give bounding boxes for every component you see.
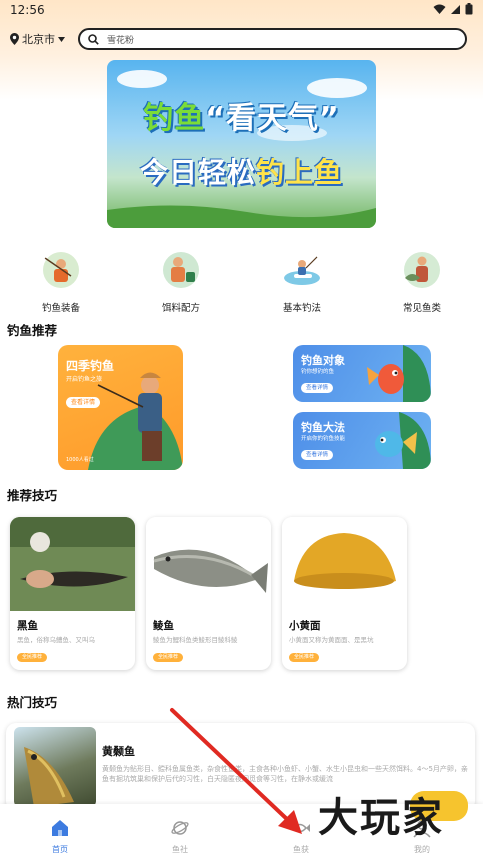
four-seasons-title: 四季钓鱼 [66,359,115,373]
yellow-catfish-image [14,727,96,807]
tip-name: 鲮鱼 [153,620,174,632]
location-selector[interactable]: 北京市 [10,31,65,47]
tab-home[interactable]: 首页 [30,818,90,855]
fish-icon [293,823,310,833]
fishing-method-title: 钓鱼大法 [301,421,345,434]
category-label: 饵料配方 [161,303,200,314]
tab-label: 首页 [52,845,68,854]
search-input[interactable]: 雪花粉 [78,28,467,50]
four-seasons-view-count: 1000人看过 [66,457,94,463]
user-icon [413,820,431,838]
bait-recipe-icon [163,252,199,288]
category-fishing-gear[interactable]: 钓鱼装备 [21,250,101,314]
tab-label: 我的 [414,845,430,854]
snakehead-fish-image [10,517,135,611]
tip-card-snakehead[interactable]: 黑鱼 黑鱼，俗称乌鳢鱼、又叫乌 全民推荐 [10,517,135,670]
banner-cloud [117,70,167,88]
caret-down-icon [58,36,65,42]
banner-grass [107,205,376,228]
banner-headline-rest: “看天气” [205,101,340,136]
section-title-tips: 推荐技巧 [7,488,58,503]
fishing-method-view-button[interactable]: 查看详情 [301,450,333,460]
banner-subheadline-main: 今日轻松 [139,156,256,189]
banner-headline: 钓鱼“看天气” [107,93,376,137]
four-seasons-view-button[interactable]: 查看详情 [66,397,100,408]
section-title-hot: 热门技巧 [7,695,58,710]
tip-badge: 全民推荐 [289,653,320,662]
tip-description: 鲮鱼为鲤科鱼类鲮形目鲮科鲮 [153,636,238,644]
search-icon [88,33,99,45]
search-placeholder: 雪花粉 [107,35,135,46]
four-seasons-subtitle: 开启钓鱼之旅 [66,376,103,383]
red-fish-illustration [367,345,431,402]
status-icons [433,3,473,15]
fishing-target-subtitle: 钓你想钓的鱼 [301,369,335,375]
banner-subheadline: 今日轻松钓上鱼 [107,151,376,191]
tip-description: 小黄面又称为黄面面、是黑坑 [289,636,374,644]
tip-name: 黑鱼 [17,620,38,632]
category-label: 基本钓法 [282,303,321,314]
category-label: 钓鱼装备 [41,303,80,314]
yellow-flour-image [282,517,407,611]
tip-badge: 全民推荐 [17,653,48,662]
home-icon [52,820,68,836]
tab-mine[interactable]: 我的 [392,818,452,855]
fishing-method-card[interactable]: 钓鱼大法 开启你的钓鱼技能 查看详情 [293,412,431,469]
fishing-target-title: 钓鱼对象 [301,354,345,367]
hot-tip-description: 黄颡鱼为鲇形目、鲿科鱼属鱼类，杂食性鱼类，主食各种小鱼虾、小蟹、水生小昆虫和一些… [102,765,468,783]
battery-icon [465,3,473,15]
location-pin-icon [10,33,19,45]
status-bar: 12:56 [0,0,483,22]
tip-card-mud-carp[interactable]: 鲮鱼 鲮鱼为鲤科鱼类鲮形目鲮科鲮 全民推荐 [146,517,271,670]
tip-description: 黑鱼，俗称乌鳢鱼、又叫乌 [17,636,95,644]
hot-tip-name: 黄颡鱼 [102,745,135,758]
banner[interactable]: 钓鱼“看天气” 今日轻松钓上鱼 [107,60,376,228]
tip-card-yellow-flour[interactable]: 小黄面 小黄面又称为黄面面、是黑坑 全民推荐 [282,517,407,670]
planet-icon [171,821,189,835]
status-time: 12:56 [10,3,45,17]
banner-headline-accent: 钓鱼 [143,101,206,136]
tab-fish-catch[interactable]: 鱼获 [271,818,331,855]
category-label: 常见鱼类 [402,303,441,314]
fishing-method-subtitle: 开启你的钓鱼技能 [301,436,346,442]
mud-carp-fish-image [146,517,271,611]
signal-icon [451,4,460,14]
tab-label: 鱼社 [172,845,188,854]
fishing-target-view-button[interactable]: 查看详情 [301,383,333,393]
four-seasons-card[interactable]: 四季钓鱼 开启钓鱼之旅 查看详情 1000人看过 [58,345,183,470]
fishing-gear-icon [43,252,79,288]
hot-tip-card[interactable]: 黄颡鱼 黄颡鱼为鲇形目、鲿科鱼属鱼类，杂食性鱼类，主食各种小鱼虾、小蟹、水生小昆… [6,723,475,811]
tab-label: 鱼获 [293,845,309,854]
tip-badge: 全民推荐 [153,653,184,662]
bottom-tab-bar: 首页 鱼社 鱼获 我的 [0,804,483,858]
category-bait-recipe[interactable]: 饵料配方 [141,250,221,314]
basic-methods-icon [284,253,321,285]
common-fish-icon [404,252,440,288]
category-common-fish[interactable]: 常见鱼类 [382,250,462,314]
wifi-icon [433,4,446,14]
category-basic-methods[interactable]: 基本钓法 [262,250,342,314]
tab-fish-community[interactable]: 鱼社 [150,818,210,855]
yellow-catfish-illustration [24,747,74,807]
section-title-recommend: 钓鱼推荐 [7,323,58,338]
tip-name: 小黄面 [289,620,321,632]
banner-subheadline-accent: 钓上鱼 [256,156,344,189]
fishing-target-card[interactable]: 钓鱼对象 钓你想钓的鱼 查看详情 [293,345,431,402]
blue-fish-illustration [375,412,431,469]
location-label: 北京市 [22,33,55,46]
